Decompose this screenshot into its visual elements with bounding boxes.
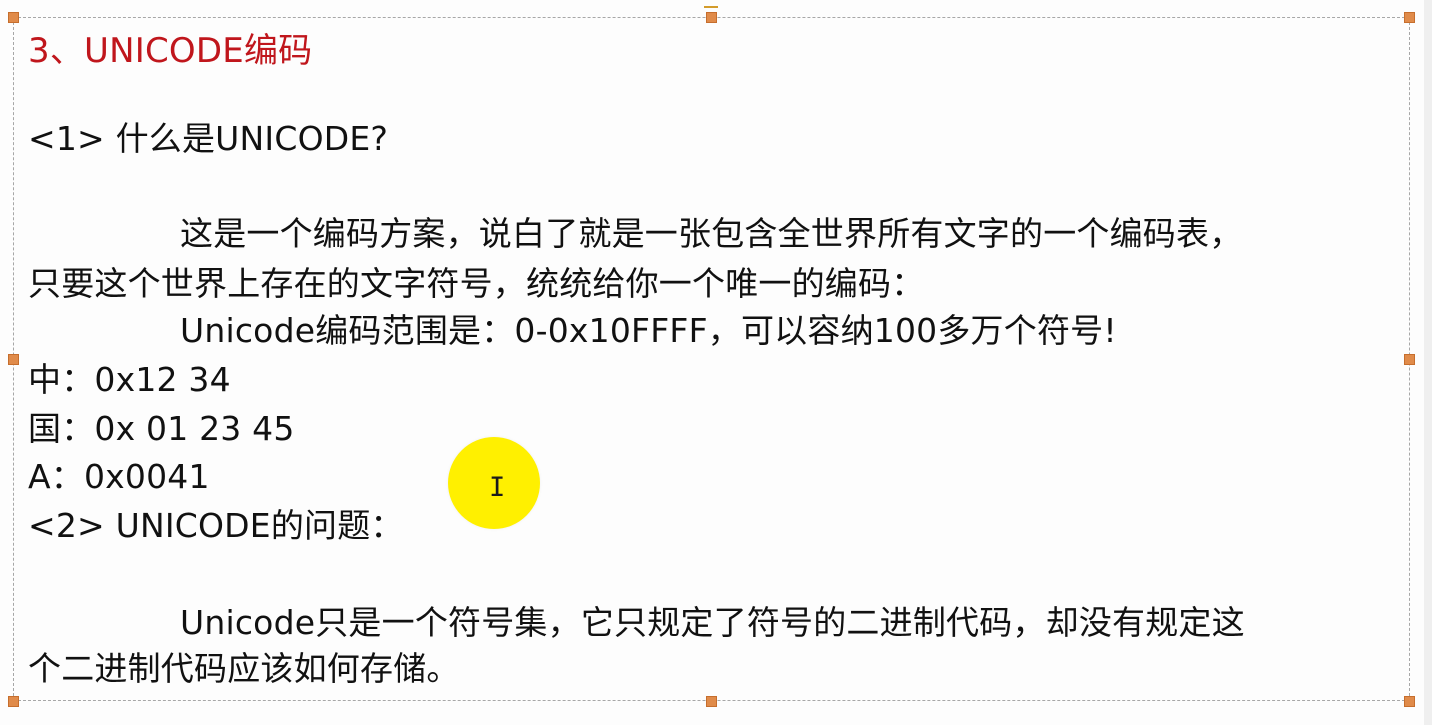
section-heading-unicode-problem: <2> UNICODE的问题： [28,506,404,545]
example-a: A：0x0041 [28,457,210,496]
slide-canvas: 3、UNICODE编码 <1> 什么是UNICODE? 这是一个编码方案，说白了… [0,0,1432,725]
resize-handle-top-left[interactable] [8,12,19,23]
rotate-handle[interactable] [704,0,718,8]
resize-handle-bottom-right[interactable] [1404,696,1415,707]
resize-handle-middle-left[interactable] [8,354,19,365]
paragraph-1-line-1: 这是一个编码方案，说白了就是一张包含全世界所有文字的一个编码表， [180,214,1243,253]
resize-handle-middle-right[interactable] [1404,354,1415,365]
paragraph-2-line-2: 个二进制代码应该如何存储。 [28,649,460,688]
resize-handle-top-right[interactable] [1404,12,1415,23]
slide-title: 3、UNICODE编码 [28,31,313,71]
paragraph-2-line-1: Unicode只是一个符号集，它只规定了符号的二进制代码，却没有规定这 [180,603,1245,642]
paragraph-1-line-3: Unicode编码范围是：0-0x10FFFF，可以容纳100多万个符号! [180,311,1117,350]
resize-handle-top-center[interactable] [706,12,717,23]
resize-handle-bottom-left[interactable] [8,696,19,707]
section-heading-what-is-unicode: <1> 什么是UNICODE? [28,119,389,158]
text-cursor-icon: I [489,472,506,503]
paragraph-1-line-2: 只要这个世界上存在的文字符号，统统给你一个唯一的编码： [28,264,925,303]
resize-handle-bottom-center[interactable] [706,696,717,707]
vertical-scrollbar[interactable] [1424,0,1432,725]
example-guo: 国：0x 01 23 45 [28,409,295,448]
example-zhong: 中：0x12 34 [28,360,231,399]
